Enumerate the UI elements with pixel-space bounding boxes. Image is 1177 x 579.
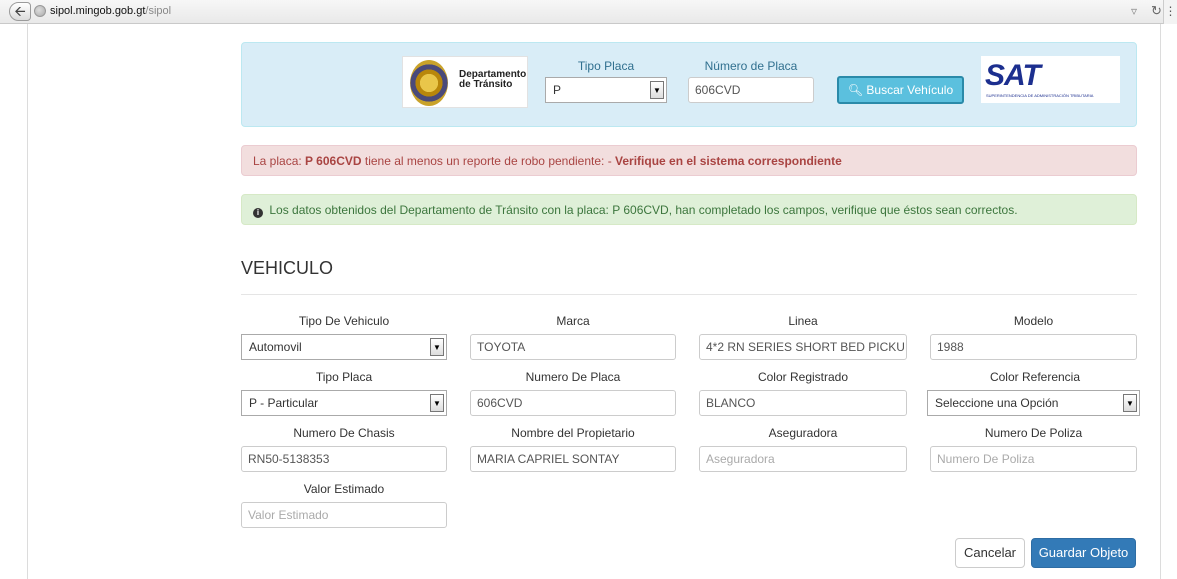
robbery-alert: La placa: P 606CVD tiene al menos un rep… xyxy=(241,145,1137,176)
reload-icon[interactable]: ↻ xyxy=(1151,3,1162,19)
page-border-left xyxy=(27,24,28,579)
dept-logo-line2: de Tránsito xyxy=(459,79,513,90)
url-domain: sipol.mingob.gob.gt xyxy=(50,5,146,17)
address-bar[interactable]: sipol.mingob.gob.gt/sipol xyxy=(50,5,171,17)
color-registrado-input[interactable]: BLANCO xyxy=(699,390,907,416)
nombre-propietario-label: Nombre del Propietario xyxy=(511,426,635,440)
data-loaded-alert: i Los datos obtenidos del Departamento d… xyxy=(241,194,1137,225)
tipo-placa-header-value: P xyxy=(553,83,562,97)
color-referencia-label: Color Referencia xyxy=(989,370,1081,384)
dept-logo-text: Departamento de Tránsito xyxy=(459,70,526,90)
info-icon: i xyxy=(253,208,263,218)
numero-placa-header-input[interactable]: 606CVD xyxy=(688,77,814,103)
emblem-icon xyxy=(410,60,448,106)
marca-label: Marca xyxy=(556,314,590,328)
danger-prefix: La placa: xyxy=(253,154,306,168)
modelo-label: Modelo xyxy=(1013,314,1054,328)
chevron-down-icon: ▼ xyxy=(430,394,444,412)
color-registrado-label: Color Registrado xyxy=(757,370,849,384)
danger-middle: tiene al menos un reporte de robo pendie… xyxy=(361,154,616,168)
linea-input[interactable]: 4*2 RN SERIES SHORT BED PICKUP: xyxy=(699,334,907,360)
browser-toolbar: 🡨 sipol.mingob.gob.gt/sipol ▿ ↻ ⋮ xyxy=(0,0,1177,24)
danger-plate: P 606CVD xyxy=(305,154,362,168)
numero-placa-label: Numero De Placa xyxy=(525,370,621,384)
globe-icon xyxy=(34,5,46,17)
buscar-vehiculo-button[interactable]: 🔍︎ Buscar Vehículo xyxy=(837,76,964,104)
marca-input[interactable]: TOYOTA xyxy=(470,334,676,360)
valor-estimado-input[interactable]: Valor Estimado xyxy=(241,502,447,528)
search-icon: 🔍︎ xyxy=(847,83,864,97)
dropdown-arrow-icon[interactable]: ▿ xyxy=(1131,4,1137,18)
numero-chasis-input[interactable]: RN50-5138353 xyxy=(241,446,447,472)
valor-estimado-label: Valor Estimado xyxy=(303,482,385,496)
tipo-vehiculo-value: Automovil xyxy=(249,340,302,354)
back-arrow-icon[interactable]: 🡨 xyxy=(9,2,31,21)
save-button[interactable]: Guardar Objeto xyxy=(1031,538,1136,568)
tipo-placa-header-label: Tipo Placa xyxy=(577,59,635,73)
numero-chasis-label: Numero De Chasis xyxy=(293,426,395,440)
nombre-propietario-input[interactable]: MARIA CAPRIEL SONTAY xyxy=(470,446,676,472)
chevron-down-icon: ▼ xyxy=(430,338,444,356)
modelo-input[interactable]: 1988 xyxy=(930,334,1137,360)
color-referencia-select[interactable]: Seleccione una Opción ▼ xyxy=(927,390,1140,416)
page-border-right xyxy=(1160,24,1161,579)
sat-logo: SAT SUPERINTENDENCIA DE ADMINISTRACIÓN T… xyxy=(981,56,1120,103)
tipo-vehiculo-label: Tipo De Vehiculo xyxy=(298,314,390,328)
menu-icon[interactable]: ⋮ xyxy=(1163,0,1177,24)
section-title: VEHICULO xyxy=(241,258,334,278)
chevron-down-icon: ▼ xyxy=(650,81,664,99)
section-divider xyxy=(241,294,1137,295)
cancel-button[interactable]: Cancelar xyxy=(955,538,1025,568)
tipo-placa-label: Tipo Placa xyxy=(315,370,373,384)
sat-logo-mark: SAT xyxy=(985,59,1041,92)
sat-logo-subtitle: SUPERINTENDENCIA DE ADMINISTRACIÓN TRIBU… xyxy=(986,93,1094,98)
success-text: Los datos obtenidos del Departamento de … xyxy=(269,203,1018,217)
aseguradora-input[interactable]: Aseguradora xyxy=(699,446,907,472)
danger-strong: Verifique en el sistema correspondiente xyxy=(615,154,842,168)
numero-placa-input[interactable]: 606CVD xyxy=(470,390,676,416)
departamento-transito-logo: Departamento de Tránsito xyxy=(402,56,528,108)
numero-poliza-input[interactable]: Numero De Poliza xyxy=(930,446,1137,472)
aseguradora-label: Aseguradora xyxy=(768,426,838,440)
url-path: /sipol xyxy=(145,5,172,17)
buscar-vehiculo-label: Buscar Vehículo xyxy=(866,83,954,97)
numero-poliza-label: Numero De Poliza xyxy=(984,426,1083,440)
linea-label: Linea xyxy=(788,314,818,328)
tipo-placa-header-select[interactable]: P ▼ xyxy=(545,77,667,103)
tipo-placa-value: P - Particular xyxy=(249,396,319,410)
chevron-down-icon: ▼ xyxy=(1123,394,1137,412)
tipo-placa-select[interactable]: P - Particular ▼ xyxy=(241,390,447,416)
numero-placa-header-label: Número de Placa xyxy=(704,59,798,73)
tipo-vehiculo-select[interactable]: Automovil ▼ xyxy=(241,334,447,360)
color-referencia-value: Seleccione una Opción xyxy=(935,396,1059,410)
